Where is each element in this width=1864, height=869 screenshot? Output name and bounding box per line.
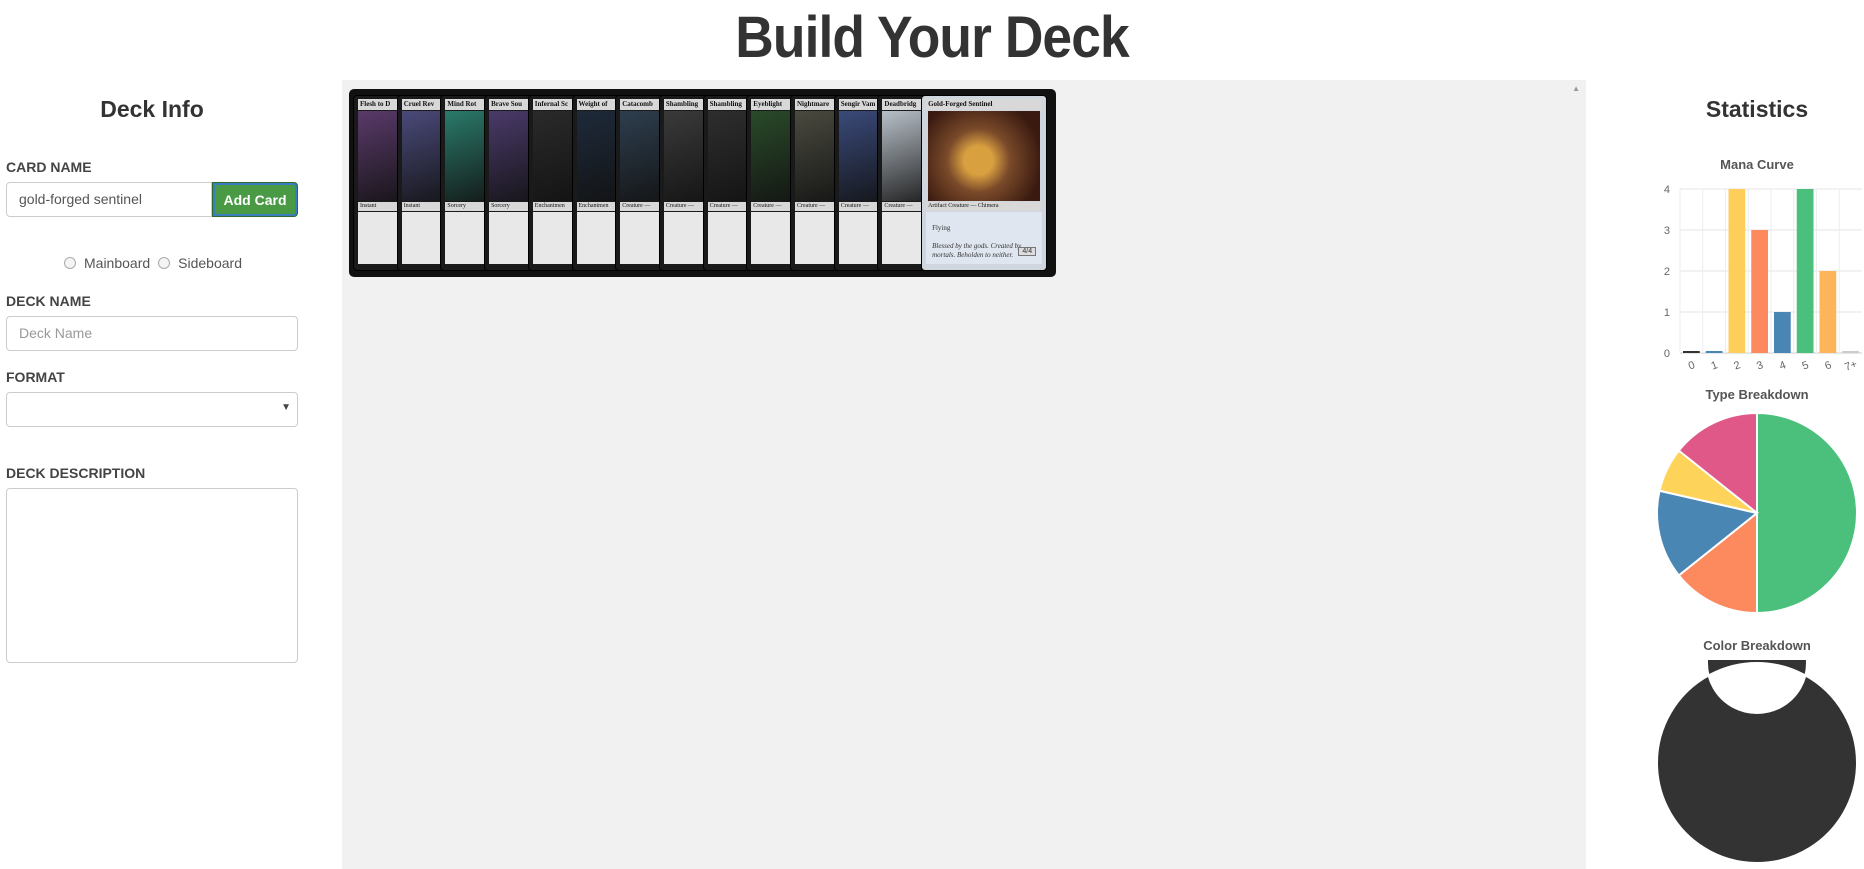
- chevron-down-icon: ▼: [281, 402, 291, 413]
- bar: [1842, 351, 1859, 353]
- card-text-box: Flying Blessed by the gods. Created by mo…: [926, 212, 1043, 264]
- statistics-panel: Statistics Mana Curve 0 1 2 3 4 0 1 2 3 4 5 6 7+ Typ…: [1650, 80, 1864, 864]
- bar: [1796, 189, 1814, 353]
- board-radio-group: Mainboard Sideboard: [64, 255, 250, 271]
- y-tick-label: 0: [1664, 348, 1670, 360]
- x-tick-label: 4: [1778, 359, 1788, 372]
- deck-name-label: DECK NAME: [6, 293, 91, 309]
- y-tick-label: 4: [1664, 184, 1670, 196]
- add-card-button[interactable]: Add Card: [212, 182, 298, 217]
- card-type-line: Artifact Creature — Chimera: [926, 202, 1043, 211]
- type-breakdown-title: Type Breakdown: [1705, 387, 1809, 402]
- x-tick-label: 2: [1732, 359, 1742, 372]
- bar: [1819, 271, 1837, 353]
- x-tick-label: 0: [1687, 359, 1697, 372]
- card-name-label: CARD NAME: [6, 159, 92, 175]
- color-breakdown-chart: [1655, 660, 1858, 864]
- x-tick-label: 6: [1823, 359, 1833, 372]
- deck-display-area[interactable]: ▲ Flesh to D Instant Cruel Rev Instant Mind …: [342, 80, 1586, 869]
- x-tick-label: 7+: [1843, 358, 1859, 374]
- mainboard-radio[interactable]: [64, 257, 76, 269]
- scroll-up-arrow-icon[interactable]: ▲: [1572, 84, 1580, 93]
- y-tick-label: 3: [1664, 225, 1670, 237]
- card-name-row: gold-forged sentinel Add Card: [6, 182, 298, 217]
- bar: [1705, 351, 1723, 353]
- x-tick-label: 5: [1801, 359, 1811, 372]
- type-breakdown-chart: [1656, 411, 1858, 615]
- card-name-input[interactable]: gold-forged sentinel: [6, 182, 212, 217]
- card-ability: Flying: [932, 224, 951, 232]
- format-label: FORMAT: [6, 369, 65, 385]
- mana-curve-title: Mana Curve: [1720, 157, 1794, 172]
- pie-slice: [1756, 411, 1858, 615]
- sideboard-label[interactable]: Sideboard: [178, 255, 242, 271]
- bar: [1683, 351, 1700, 353]
- deck-description-label: DECK DESCRIPTION: [6, 465, 146, 481]
- format-select[interactable]: ▼: [6, 392, 298, 427]
- bar: [1774, 312, 1791, 353]
- bar: [1728, 189, 1746, 353]
- card-art: [928, 111, 1041, 201]
- y-tick-label: 2: [1664, 266, 1670, 278]
- color-breakdown-title: Color Breakdown: [1703, 638, 1811, 653]
- mana-curve-chart: 012340 1 2 3 4 5 6 7+: [1664, 184, 1862, 374]
- y-tick-label: 1: [1664, 307, 1670, 319]
- card-flavor: Blessed by the gods. Created by mortals.…: [932, 242, 1022, 259]
- deck-description-textarea[interactable]: [6, 488, 298, 663]
- sideboard-radio[interactable]: [158, 257, 171, 269]
- card-stack: Flesh to D Instant Cruel Rev Instant Mind Ro…: [349, 89, 1056, 277]
- statistics-heading: Statistics: [1705, 96, 1809, 122]
- deck-name-input[interactable]: Deck Name: [6, 316, 298, 351]
- card-power-toughness: 4/4: [1018, 247, 1037, 256]
- x-tick-label: 1: [1710, 359, 1720, 372]
- bar: [1751, 230, 1768, 353]
- x-tick-label: 3: [1755, 359, 1765, 372]
- deck-card-featured[interactable]: Gold-Forged Sentinel Artifact Creature — …: [921, 95, 1048, 271]
- deck-info-heading: Deck Info: [100, 96, 204, 122]
- page-title: Build Your Deck: [735, 5, 1129, 70]
- deck-info-panel: Deck Info CARD NAME gold-forged sentinel…: [6, 80, 298, 663]
- mainboard-label[interactable]: Mainboard: [84, 255, 150, 271]
- card-title: Gold-Forged Sentinel: [926, 99, 1043, 110]
